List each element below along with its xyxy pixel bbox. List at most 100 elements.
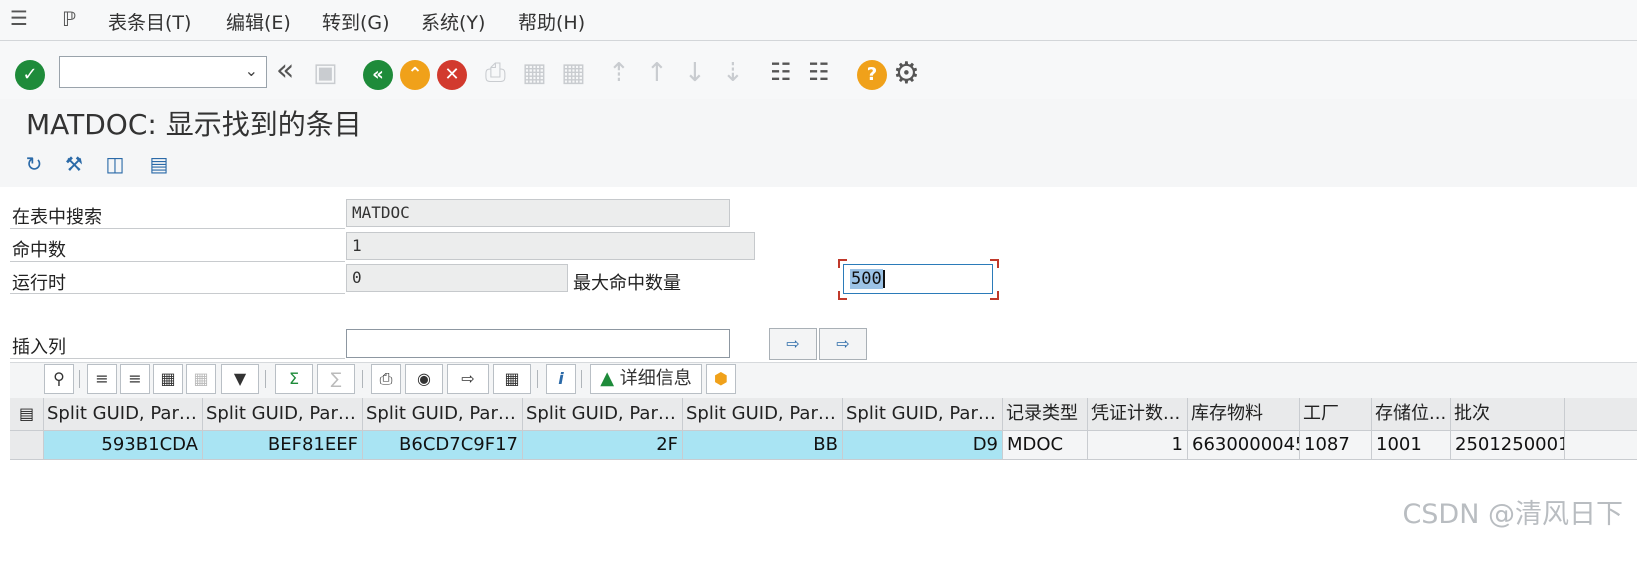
- search-table-field[interactable]: MATDOC: [346, 199, 730, 227]
- menu-bar: ☰ ℙ 表条目(T) 编辑(E) 转到(G) 系统(Y) 帮助(H): [0, 0, 1637, 41]
- enter-icon[interactable]: ✓: [15, 60, 45, 90]
- list-icon[interactable]: ▤: [145, 150, 173, 178]
- table-cell[interactable]: 1001: [1372, 431, 1451, 460]
- next-page-icon[interactable]: ↓: [684, 58, 706, 88]
- menu-goto[interactable]: 转到(G): [322, 8, 390, 35]
- table-cell-overflow[interactable]: [1565, 431, 1637, 460]
- hits-label: 命中数: [12, 240, 66, 261]
- table-cell[interactable]: MDOC: [1003, 431, 1088, 460]
- separator: [362, 370, 363, 388]
- separator: [537, 370, 538, 388]
- menu-table-entry[interactable]: 表条目(T): [108, 8, 191, 35]
- layout-icon[interactable]: ▦: [493, 364, 531, 394]
- max-hits-label: 最大命中数量: [573, 273, 681, 294]
- separator: [265, 370, 266, 388]
- focus-corner: [838, 291, 847, 300]
- first-page-icon[interactable]: ⇡: [608, 58, 630, 88]
- table-cell[interactable]: D9: [843, 431, 1003, 460]
- table-cell[interactable]: B6CD7C9F17: [363, 431, 523, 460]
- insert-column-label: 插入列: [12, 337, 66, 358]
- details-label: 详细信息: [619, 368, 692, 389]
- search-table-label: 在表中搜索: [12, 207, 102, 228]
- page-title: MATDOC: 显示找到的条目: [26, 108, 362, 141]
- column-header[interactable]: 记录类型: [1003, 398, 1088, 431]
- column-header[interactable]: Split GUID, Part...: [203, 398, 363, 431]
- command-field[interactable]: ⌄: [59, 56, 267, 88]
- column-header[interactable]: Split GUID, Part...: [523, 398, 683, 431]
- chevron-down-icon[interactable]: ⌄: [245, 61, 258, 80]
- menu-help[interactable]: 帮助(H): [518, 8, 585, 35]
- column-header[interactable]: Split GUID, Part...: [683, 398, 843, 431]
- separator: [581, 370, 582, 388]
- column-header[interactable]: 存储位...: [1372, 398, 1451, 431]
- select-all-icon[interactable]: ▤: [10, 398, 44, 431]
- sort-ascending-icon[interactable]: ≡: [87, 364, 117, 394]
- table-cell[interactable]: 6630000045: [1188, 431, 1300, 460]
- column-header[interactable]: 批次: [1451, 398, 1565, 431]
- find-icon[interactable]: ▦: [153, 364, 183, 394]
- find-next-icon[interactable]: ▦: [561, 58, 586, 88]
- sort-descending-icon[interactable]: ≡: [120, 364, 150, 394]
- table-cell[interactable]: 1087: [1300, 431, 1372, 460]
- focus-corner: [990, 259, 999, 268]
- column-header[interactable]: 工厂: [1300, 398, 1372, 431]
- focus-corner: [990, 291, 999, 300]
- double-chevron-left-icon[interactable]: «: [276, 53, 294, 88]
- insert-column-input[interactable]: [346, 329, 730, 358]
- last-page-icon[interactable]: ⇣: [722, 58, 744, 88]
- selection-criteria-icon[interactable]: ⚒: [60, 150, 88, 178]
- insert-column-button[interactable]: ⇨: [769, 328, 817, 360]
- sum-icon[interactable]: Σ: [275, 364, 313, 394]
- hits-field[interactable]: 1: [346, 232, 755, 260]
- menu-system[interactable]: 系统(Y): [421, 8, 485, 35]
- save-icon[interactable]: ▣: [313, 58, 338, 88]
- table-cell[interactable]: BEF81EEF: [203, 431, 363, 460]
- refresh-icon[interactable]: ↻: [20, 150, 48, 178]
- row-selector[interactable]: [10, 431, 44, 460]
- table-cell[interactable]: 2501250001: [1451, 431, 1565, 460]
- table-cell[interactable]: 593B1CDA: [44, 431, 203, 460]
- menu-icon[interactable]: ☰: [10, 6, 28, 30]
- column-header[interactable]: Split GUID, Part...: [44, 398, 203, 431]
- watermark: CSDN @清风日下: [1402, 499, 1623, 530]
- info-icon[interactable]: i: [546, 364, 576, 394]
- max-hits-value: 500: [850, 269, 883, 289]
- runtime-field[interactable]: 0: [346, 264, 568, 292]
- find-next-icon[interactable]: ▦: [186, 364, 216, 394]
- divider: [10, 358, 345, 359]
- filter-icon[interactable]: ▼: [221, 364, 259, 394]
- column-header-overflow[interactable]: [1565, 398, 1637, 431]
- subtotal-icon[interactable]: ∑: [317, 364, 355, 394]
- max-hits-input[interactable]: 500: [843, 264, 993, 294]
- print-icon[interactable]: ⎙: [485, 58, 506, 88]
- details-button[interactable]: ▲ 详细信息: [590, 364, 702, 394]
- column-header[interactable]: Split GUID, Part...: [363, 398, 523, 431]
- print-icon[interactable]: ⎙: [371, 364, 401, 394]
- fields-icon[interactable]: ◫: [101, 150, 129, 178]
- help-icon[interactable]: ?: [857, 60, 887, 90]
- table-cell[interactable]: 1: [1088, 431, 1188, 460]
- favorites-icon[interactable]: ℙ: [62, 7, 76, 31]
- create-session-icon[interactable]: ☷: [770, 58, 792, 86]
- menu-edit[interactable]: 编辑(E): [226, 8, 291, 35]
- table-cell[interactable]: BB: [683, 431, 843, 460]
- divider: [10, 261, 345, 262]
- insert-column-after-button[interactable]: ⇨: [819, 328, 867, 360]
- cancel-icon[interactable]: ✕: [437, 60, 467, 90]
- table-cell[interactable]: 2F: [523, 431, 683, 460]
- settings-icon[interactable]: ⚙: [893, 56, 920, 91]
- graphic-icon[interactable]: ⬢: [706, 364, 736, 394]
- generate-shortcut-icon[interactable]: ☷: [808, 58, 830, 86]
- exit-icon[interactable]: ⌃: [400, 60, 430, 90]
- views-icon[interactable]: ◉: [405, 364, 443, 394]
- runtime-label: 运行时: [12, 273, 66, 294]
- separator: [79, 370, 80, 388]
- column-header[interactable]: Split GUID, Part...: [843, 398, 1003, 431]
- detail-icon[interactable]: ⚲: [44, 364, 74, 394]
- back-icon[interactable]: «: [363, 60, 393, 90]
- find-icon[interactable]: ▦: [522, 58, 547, 88]
- previous-page-icon[interactable]: ↑: [646, 58, 668, 88]
- column-header[interactable]: 凭证计数...: [1088, 398, 1188, 431]
- export-icon[interactable]: ⇨: [447, 364, 489, 394]
- column-header[interactable]: 库存物料: [1188, 398, 1300, 431]
